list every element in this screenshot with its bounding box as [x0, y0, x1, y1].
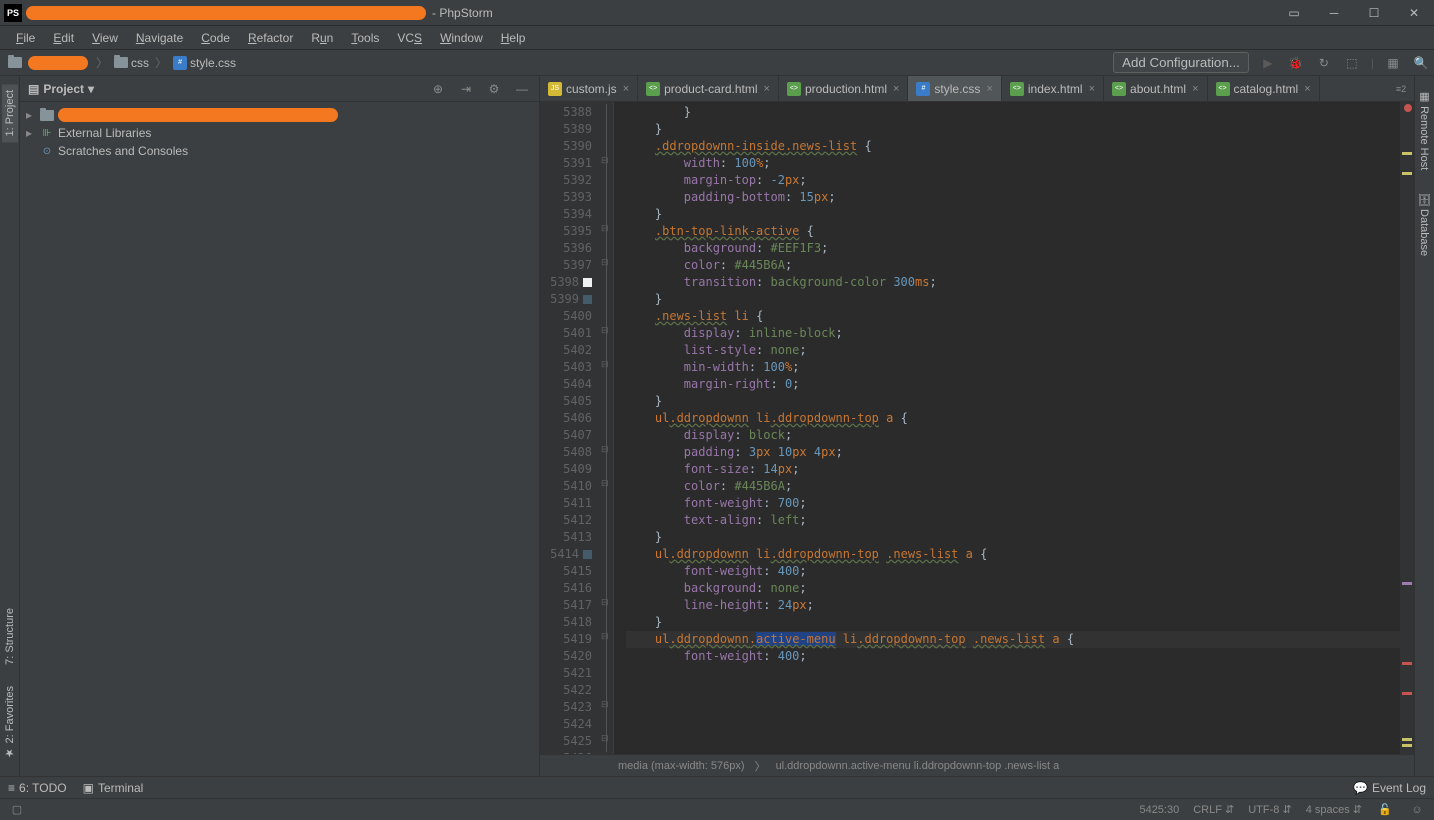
- menu-tools[interactable]: Tools: [343, 29, 387, 47]
- event-log-tab[interactable]: 💬 Event Log: [1353, 781, 1426, 795]
- favorites-tool-tab[interactable]: ★ 2: Favorites: [1, 680, 18, 766]
- add-configuration-button[interactable]: Add Configuration...: [1113, 52, 1249, 73]
- debug-icon[interactable]: 🐞: [1287, 54, 1305, 72]
- redacted-path: [26, 6, 426, 20]
- readonly-icon[interactable]: 🔓: [1376, 801, 1394, 819]
- close-tab-icon[interactable]: ×: [1089, 83, 1095, 95]
- editor-tab-production-html[interactable]: <>production.html×: [779, 76, 908, 101]
- code-area[interactable]: } } .ddropdownn-inside.news-list { width…: [614, 102, 1400, 754]
- close-tab-icon[interactable]: ×: [1304, 83, 1310, 95]
- menu-navigate[interactable]: Navigate: [128, 29, 191, 47]
- hide-icon[interactable]: —: [513, 80, 531, 98]
- editor-tab-about-html[interactable]: <>about.html×: [1104, 76, 1207, 101]
- menu-help[interactable]: Help: [493, 29, 534, 47]
- structure-tool-tab[interactable]: 7: Structure: [2, 602, 18, 671]
- menu-run[interactable]: Run: [303, 29, 341, 47]
- editor-tab-custom-js[interactable]: JScustom.js×: [540, 76, 638, 101]
- menu-view[interactable]: View: [84, 29, 126, 47]
- redacted-project-name: [58, 108, 338, 122]
- close-tab-icon[interactable]: ×: [893, 83, 899, 95]
- indent[interactable]: 4 spaces ⇵: [1306, 803, 1362, 816]
- project-tool-tab[interactable]: 1: Project: [2, 84, 18, 142]
- coverage-icon[interactable]: ↻: [1315, 54, 1333, 72]
- editor-area: JScustom.js×<>product-card.html×<>produc…: [540, 76, 1414, 776]
- project-tree[interactable]: ▸ ▸⊪ External Libraries ▸⊙ Scratches and…: [20, 102, 539, 164]
- menubar: File Edit View Navigate Code Refactor Ru…: [0, 26, 1434, 50]
- close-tab-icon[interactable]: ×: [764, 83, 770, 95]
- line-gutter[interactable]: 5388538953905391539253935394539553965397…: [540, 102, 600, 754]
- close-tab-icon[interactable]: ×: [623, 83, 629, 95]
- editor-tabs: JScustom.js×<>product-card.html×<>produc…: [540, 76, 1414, 102]
- collapse-icon[interactable]: ⇥: [457, 80, 475, 98]
- navbar: 〉 css 〉 # style.css Add Configuration...…: [0, 50, 1434, 76]
- redacted-folder: [28, 56, 88, 70]
- menu-code[interactable]: Code: [193, 29, 238, 47]
- project-panel-title[interactable]: ▤ Project ▾: [28, 82, 94, 96]
- gear-icon[interactable]: ⚙: [485, 80, 503, 98]
- line-separator[interactable]: CRLF ⇵: [1193, 803, 1234, 816]
- minimize-button[interactable]: ─: [1326, 5, 1342, 21]
- remote-host-tab[interactable]: ▦ Remote Host: [1416, 84, 1433, 176]
- close-tab-icon[interactable]: ×: [986, 83, 992, 95]
- menu-window[interactable]: Window: [432, 29, 491, 47]
- locate-icon[interactable]: ⊕: [429, 80, 447, 98]
- close-button[interactable]: ✕: [1406, 5, 1422, 21]
- presentation-icon[interactable]: ▭: [1286, 5, 1302, 21]
- soft-wrap-icon[interactable]: ≡2: [1392, 80, 1410, 98]
- menu-refactor[interactable]: Refactor: [240, 29, 301, 47]
- breadcrumb: 〉 css 〉 # style.css: [4, 54, 240, 71]
- editor-tab-index-html[interactable]: <>index.html×: [1002, 76, 1104, 101]
- status-bar: ▢ 5425:30 CRLF ⇵ UTF-8 ⇵ 4 spaces ⇵ 🔓 ☺: [0, 798, 1434, 820]
- stop-icon[interactable]: ⬚: [1343, 54, 1361, 72]
- tree-project-root[interactable]: ▸: [20, 106, 539, 124]
- terminal-tool-tab[interactable]: ▣ Terminal: [83, 781, 144, 795]
- phpstorm-icon: PS: [4, 4, 22, 22]
- analysis-indicator[interactable]: [1404, 104, 1412, 112]
- left-tool-gutter: 1: Project 7: Structure ★ 2: Favorites: [0, 76, 20, 776]
- menu-file[interactable]: File: [8, 29, 43, 47]
- tree-scratches[interactable]: ▸⊙ Scratches and Consoles: [20, 142, 539, 160]
- project-panel: ▤ Project ▾ ⊕ ⇥ ⚙ — ▸ ▸⊪ External Librar…: [20, 76, 540, 776]
- search-icon[interactable]: 🔍: [1412, 54, 1430, 72]
- database-tab[interactable]: 🗄 Database: [1416, 186, 1433, 262]
- tool-windows-icon[interactable]: ▢: [8, 801, 26, 819]
- run-icon[interactable]: ▶: [1259, 54, 1277, 72]
- right-tool-gutter: ▦ Remote Host 🗄 Database: [1414, 76, 1434, 776]
- fold-gutter[interactable]: ⊟⊟⊟⊟⊟⊟⊟⊟⊟⊟⊟: [600, 102, 614, 754]
- tree-external-libraries[interactable]: ▸⊪ External Libraries: [20, 124, 539, 142]
- editor-tab-style-css[interactable]: #style.css×: [908, 76, 1001, 101]
- code-breadcrumb[interactable]: media (max-width: 576px) 〉 ul.ddropdownn…: [540, 754, 1414, 776]
- encoding[interactable]: UTF-8 ⇵: [1248, 803, 1291, 816]
- error-stripe[interactable]: [1400, 102, 1414, 754]
- editor-tab-product-card-html[interactable]: <>product-card.html×: [638, 76, 779, 101]
- bottom-toolbar: ≡ 6: TODO ▣ Terminal 💬 Event Log: [0, 776, 1434, 798]
- menu-vcs[interactable]: VCS: [389, 29, 430, 47]
- window-title: - PhpStorm: [432, 6, 493, 20]
- breadcrumb-folder[interactable]: css: [110, 55, 153, 71]
- titlebar: PS - PhpStorm ▭ ─ ☐ ✕: [0, 0, 1434, 26]
- maximize-button[interactable]: ☐: [1366, 5, 1382, 21]
- close-tab-icon[interactable]: ×: [1192, 83, 1198, 95]
- breadcrumb-root[interactable]: [4, 56, 26, 69]
- todo-tool-tab[interactable]: ≡ 6: TODO: [8, 781, 67, 795]
- breadcrumb-file[interactable]: # style.css: [169, 55, 240, 71]
- menu-edit[interactable]: Edit: [45, 29, 82, 47]
- inspections-icon[interactable]: ☺: [1408, 801, 1426, 819]
- caret-position[interactable]: 5425:30: [1139, 804, 1179, 816]
- code-editor[interactable]: 5388538953905391539253935394539553965397…: [540, 102, 1414, 754]
- indexing-icon[interactable]: ▦: [1384, 54, 1402, 72]
- editor-tab-catalog-html[interactable]: <>catalog.html×: [1208, 76, 1320, 101]
